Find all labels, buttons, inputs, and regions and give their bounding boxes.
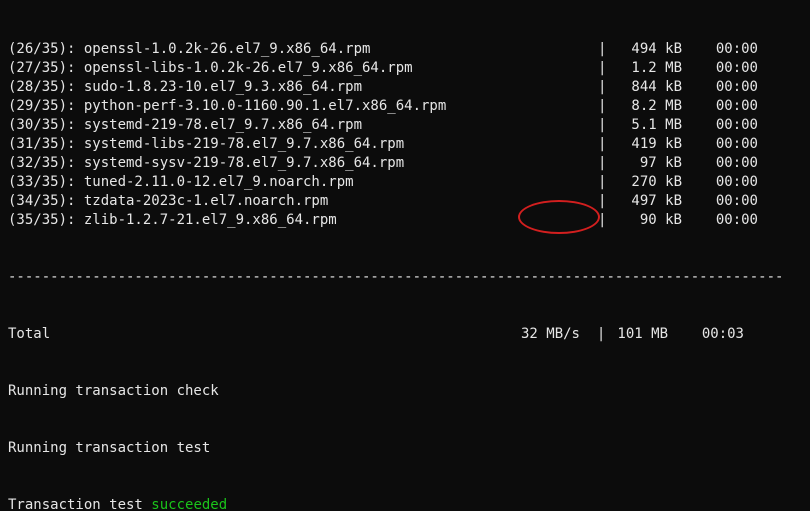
sep-bar: | bbox=[598, 211, 610, 230]
total-time: 00:03 bbox=[684, 325, 744, 344]
download-size: 1.2 MB bbox=[610, 59, 682, 78]
download-time: 00:00 bbox=[698, 154, 758, 173]
download-size: 90 kB bbox=[610, 211, 682, 230]
download-time: 00:00 bbox=[698, 192, 758, 211]
sep-bar: | bbox=[598, 59, 610, 78]
sep-bar: | bbox=[598, 192, 610, 211]
download-size: 5.1 MB bbox=[610, 116, 682, 135]
download-name: (34/35): tzdata-2023c-1.el7.noarch.rpm bbox=[8, 192, 598, 211]
download-time: 00:00 bbox=[698, 173, 758, 192]
download-size: 419 kB bbox=[610, 135, 682, 154]
sep-bar: | bbox=[598, 135, 610, 154]
download-size: 494 kB bbox=[610, 40, 682, 59]
download-time: 00:00 bbox=[698, 59, 758, 78]
download-row: (31/35): systemd-libs-219-78.el7_9.7.x86… bbox=[8, 135, 802, 154]
download-name: (30/35): systemd-219-78.el7_9.7.x86_64.r… bbox=[8, 116, 598, 135]
total-label: Total bbox=[8, 325, 508, 344]
sep-bar: | bbox=[580, 325, 596, 344]
sep-bar: | bbox=[598, 173, 610, 192]
status-test-result: Transaction test succeeded bbox=[8, 496, 802, 511]
download-row: (27/35): openssl-libs-1.0.2k-26.el7_9.x8… bbox=[8, 59, 802, 78]
download-name: (26/35): openssl-1.0.2k-26.el7_9.x86_64.… bbox=[8, 40, 598, 59]
download-name: (31/35): systemd-libs-219-78.el7_9.7.x86… bbox=[8, 135, 598, 154]
download-size: 270 kB bbox=[610, 173, 682, 192]
sep-bar: | bbox=[598, 154, 610, 173]
download-size: 8.2 MB bbox=[610, 97, 682, 116]
download-name: (35/35): zlib-1.2.7-21.el7_9.x86_64.rpm bbox=[8, 211, 598, 230]
download-time: 00:00 bbox=[698, 40, 758, 59]
download-size: 844 kB bbox=[610, 78, 682, 97]
download-size: 97 kB bbox=[610, 154, 682, 173]
total-row: Total 32 MB/s | 101 MB 00:03 bbox=[8, 325, 802, 344]
download-row: (30/35): systemd-219-78.el7_9.7.x86_64.r… bbox=[8, 116, 802, 135]
download-row: (32/35): systemd-sysv-219-78.el7_9.7.x86… bbox=[8, 154, 802, 173]
download-row: (26/35): openssl-1.0.2k-26.el7_9.x86_64.… bbox=[8, 40, 802, 59]
download-row: (33/35): tuned-2.11.0-12.el7_9.noarch.rp… bbox=[8, 173, 802, 192]
succeeded-text: succeeded bbox=[151, 497, 227, 511]
download-row: (29/35): python-perf-3.10.0-1160.90.1.el… bbox=[8, 97, 802, 116]
sep-bar: | bbox=[598, 40, 610, 59]
status-check: Running transaction check bbox=[8, 382, 802, 401]
download-name: (29/35): python-perf-3.10.0-1160.90.1.el… bbox=[8, 97, 598, 116]
download-name: (27/35): openssl-libs-1.0.2k-26.el7_9.x8… bbox=[8, 59, 598, 78]
divider-line: ----------------------------------------… bbox=[8, 268, 802, 287]
download-row: (28/35): sudo-1.8.23-10.el7_9.3.x86_64.r… bbox=[8, 78, 802, 97]
download-time: 00:00 bbox=[698, 116, 758, 135]
sep-bar: | bbox=[598, 116, 610, 135]
download-name: (32/35): systemd-sysv-219-78.el7_9.7.x86… bbox=[8, 154, 598, 173]
total-rate: 32 MB/s bbox=[508, 325, 580, 344]
sep-bar: | bbox=[598, 78, 610, 97]
terminal-output: (26/35): openssl-1.0.2k-26.el7_9.x86_64.… bbox=[0, 0, 810, 511]
download-size: 497 kB bbox=[610, 192, 682, 211]
download-time: 00:00 bbox=[698, 135, 758, 154]
total-size: 101 MB bbox=[596, 325, 668, 344]
download-name: (33/35): tuned-2.11.0-12.el7_9.noarch.rp… bbox=[8, 173, 598, 192]
download-row: (35/35): zlib-1.2.7-21.el7_9.x86_64.rpm|… bbox=[8, 211, 802, 230]
download-time: 00:00 bbox=[698, 97, 758, 116]
sep-bar: | bbox=[598, 97, 610, 116]
download-name: (28/35): sudo-1.8.23-10.el7_9.3.x86_64.r… bbox=[8, 78, 598, 97]
download-time: 00:00 bbox=[698, 211, 758, 230]
download-time: 00:00 bbox=[698, 78, 758, 97]
status-test: Running transaction test bbox=[8, 439, 802, 458]
download-row: (34/35): tzdata-2023c-1.el7.noarch.rpm|4… bbox=[8, 192, 802, 211]
